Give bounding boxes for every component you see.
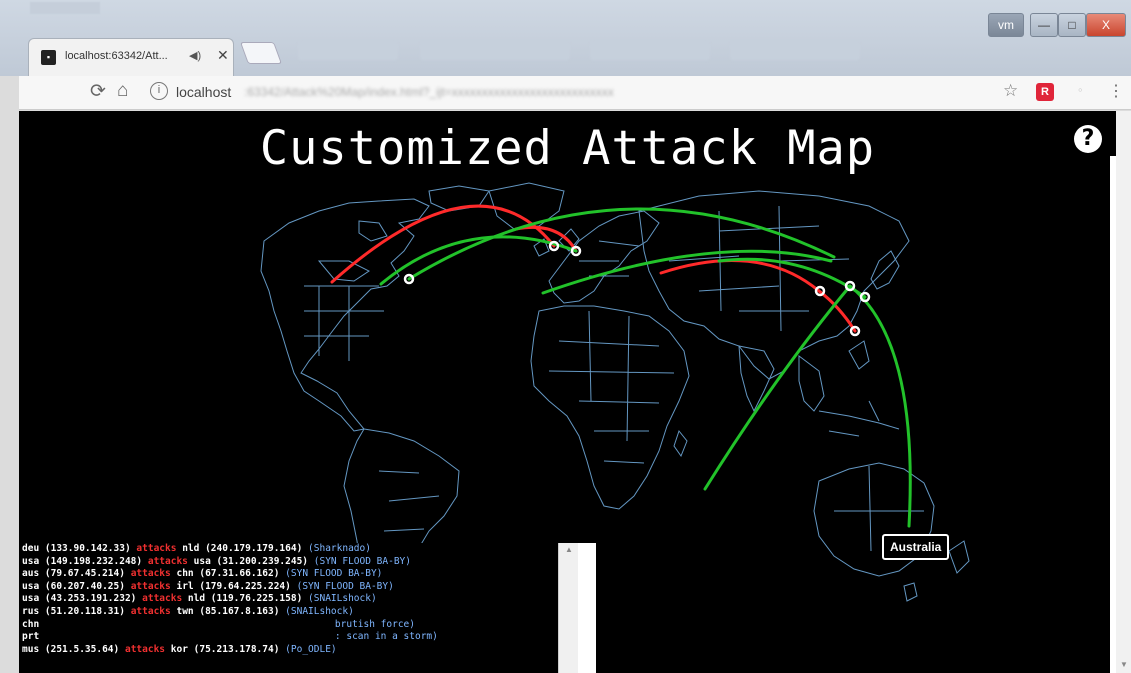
log-type: (SYN FLOOD BA-BY) xyxy=(285,568,383,580)
background-tab[interactable] xyxy=(298,42,398,60)
info-icon[interactable]: i xyxy=(150,82,168,100)
log-row: deu (133.90.142.33) attacks nld (240.179… xyxy=(22,543,577,556)
extension-icon[interactable]: ◦ xyxy=(1078,82,1083,97)
log-row: usa (149.198.232.248) attacks usa (31.20… xyxy=(22,556,577,569)
attack-arc xyxy=(717,257,867,299)
favicon-icon: ▪ xyxy=(41,50,56,65)
log-dst: kor (75.213.178.74) xyxy=(170,643,280,655)
attack-arc xyxy=(703,284,852,491)
log-dst: chn (67.31.66.162) xyxy=(176,568,280,580)
tab-close-icon[interactable]: ✕ xyxy=(217,47,229,64)
log-src: deu (133.90.142.33) xyxy=(22,543,131,554)
browser-tab[interactable]: ▪ localhost:63342/Att... ◀) ✕ xyxy=(28,38,234,76)
log-row: aus (79.67.45.214) attacks chn (67.31.66… xyxy=(22,568,577,581)
log-type: (SNAILshock) xyxy=(308,593,377,605)
page-title: Customized Attack Map xyxy=(259,121,876,176)
log-src: usa (60.207.40.25) xyxy=(22,580,125,592)
log-row: mus (251.5.35.64) attacks kor (75.213.17… xyxy=(22,644,577,657)
log-src: chn xyxy=(22,618,40,630)
log-dst: twn (85.167.8.163) xyxy=(176,605,280,617)
window-left-edge xyxy=(0,76,19,673)
log-row: chn brutish force) xyxy=(22,619,577,632)
home-icon[interactable]: ⌂ xyxy=(117,80,128,102)
attack-arc xyxy=(848,284,912,528)
log-type: (SNAILshock) xyxy=(285,605,354,617)
log-src: mus (251.5.35.64) xyxy=(22,643,120,655)
address-bar[interactable]: localhost xyxy=(176,84,231,100)
background-tab[interactable] xyxy=(420,42,570,60)
log-type: brutish force) xyxy=(334,618,415,630)
log-verb: attacks xyxy=(124,643,166,655)
log-src: prt xyxy=(22,631,40,643)
maximize-button[interactable]: □ xyxy=(1058,13,1086,37)
new-tab-button[interactable] xyxy=(239,42,283,64)
address-bar-blurred[interactable]: :63342/Attack%20Map/index.html?_ijt=xxxx… xyxy=(244,85,614,99)
reload-icon[interactable]: ⟳ xyxy=(90,80,106,103)
help-button[interactable]: ? xyxy=(1074,125,1102,153)
attack-map-page: Customized Attack Map ? Australia deu (1… xyxy=(19,111,1116,673)
tab-title: localhost:63342/Att... xyxy=(65,50,168,62)
log-scrollbar[interactable]: ▲ xyxy=(558,543,578,673)
bookmark-blur xyxy=(30,2,100,14)
attack-log: deu (133.90.142.33) attacks nld (240.179… xyxy=(19,543,577,673)
log-type: (Po_ODLE) xyxy=(285,643,337,655)
log-src: rus (51.20.118.31) xyxy=(22,605,125,617)
log-type: (SYN FLOOD BA-BY) xyxy=(296,580,394,592)
log-row: usa (43.253.191.232) attacks nld (119.76… xyxy=(22,593,577,606)
log-type: (SYN FLOOD BA-BY) xyxy=(313,555,411,567)
attack-arcs xyxy=(330,204,912,528)
extension-icon[interactable]: R xyxy=(1036,83,1054,101)
log-verb: attacks xyxy=(130,605,171,617)
log-verb: attacks xyxy=(130,580,171,592)
log-type: (Sharknado) xyxy=(308,543,371,554)
scroll-down-icon[interactable]: ▼ xyxy=(1120,660,1128,669)
user-profile-button[interactable]: vm xyxy=(988,13,1024,37)
page-scrollbar[interactable]: ▼ xyxy=(1116,111,1131,673)
menu-icon[interactable]: ⋮ xyxy=(1108,81,1124,101)
country-tooltip: Australia xyxy=(882,534,950,560)
log-verb: attacks xyxy=(130,568,171,580)
log-dst: nld (240.179.179.164) xyxy=(182,543,303,554)
bookmark-star-icon[interactable]: ☆ xyxy=(1003,81,1018,101)
minimize-button[interactable]: — xyxy=(1030,13,1058,37)
log-verb: attacks xyxy=(136,543,177,554)
log-src: aus (79.67.45.214) xyxy=(22,568,125,580)
log-gap xyxy=(578,543,596,673)
log-verb: attacks xyxy=(142,593,183,605)
log-row: rus (51.20.118.31) attacks twn (85.167.8… xyxy=(22,606,577,619)
log-dst: usa (31.200.239.245) xyxy=(193,555,309,567)
log-type: : scan in a storm) xyxy=(334,631,438,643)
browser-toolbar: ⟳ ⌂ i localhost :63342/Attack%20Map/inde… xyxy=(0,76,1131,110)
background-tab[interactable] xyxy=(730,42,860,60)
attack-arc xyxy=(330,204,556,284)
audio-icon[interactable]: ◀) xyxy=(189,49,201,62)
log-src: usa (43.253.191.232) xyxy=(22,593,137,605)
log-dst: nld (119.76.225.158) xyxy=(187,593,303,605)
log-row: usa (60.207.40.25) attacks irl (179.64.2… xyxy=(22,581,577,594)
log-row: prt : scan in a storm) xyxy=(22,631,577,644)
browser-window: ▪ localhost:63342/Att... ◀) ✕ vm — □ X ⟳… xyxy=(0,0,1131,673)
background-tab[interactable] xyxy=(590,42,710,60)
log-verb: attacks xyxy=(147,555,188,567)
title-bar: ▪ localhost:63342/Att... ◀) ✕ vm — □ X xyxy=(0,0,1131,76)
log-src: usa (149.198.232.248) xyxy=(22,555,143,567)
log-dst: irl (179.64.225.224) xyxy=(176,580,291,592)
attack-arc xyxy=(817,289,857,333)
scroll-up-icon[interactable]: ▲ xyxy=(565,545,573,554)
close-window-button[interactable]: X xyxy=(1086,13,1126,37)
